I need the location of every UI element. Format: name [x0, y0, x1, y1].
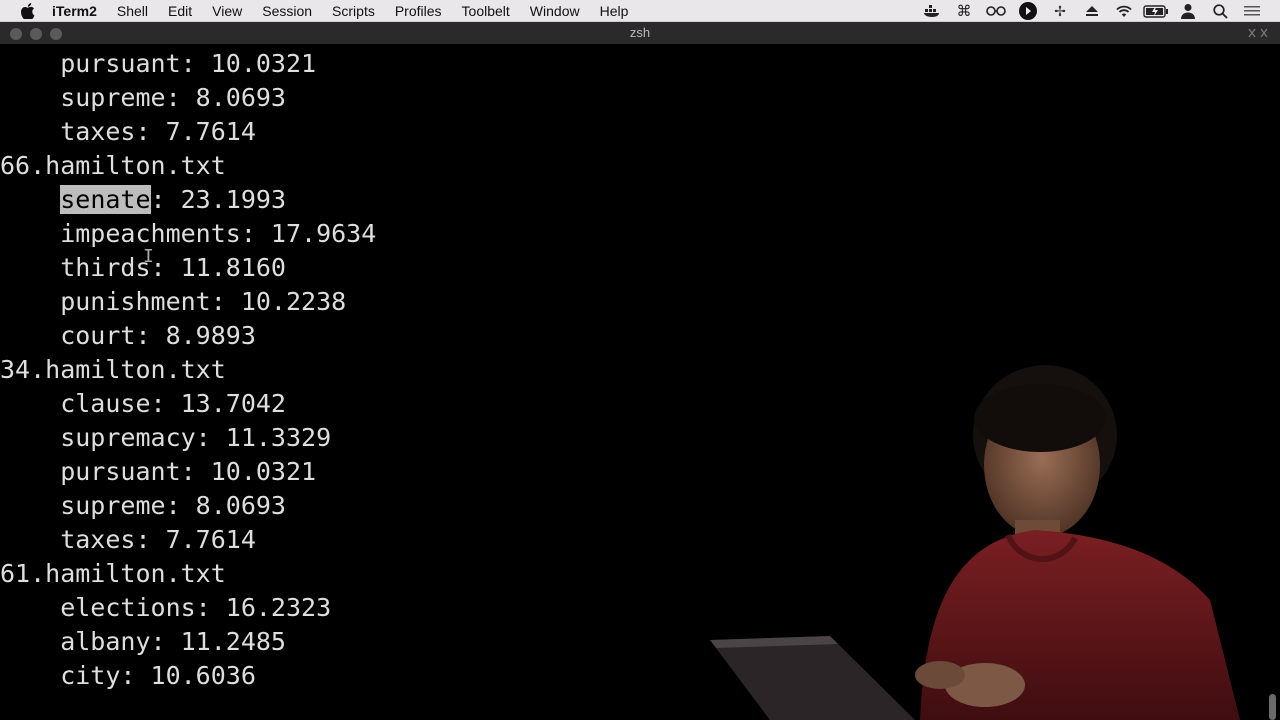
- menu-toolbelt[interactable]: Toolbelt: [462, 0, 510, 22]
- terminal-line: pursuant: 10.0321: [0, 457, 317, 486]
- text-cursor-icon: I: [143, 246, 154, 267]
- terminal-line: albany: 11.2485: [0, 627, 286, 656]
- terminal-line: elections: 16.2323: [0, 593, 332, 622]
- terminal-line: 34.hamilton.txt: [0, 355, 226, 384]
- menu-shell[interactable]: Shell: [117, 0, 148, 22]
- menu-bar: iTerm2 Shell Edit View Session Scripts P…: [0, 0, 1280, 22]
- menu-edit[interactable]: Edit: [168, 0, 192, 22]
- terminal-line: pursuant: 10.0321: [0, 49, 317, 78]
- wifi-icon[interactable]: [1108, 0, 1140, 22]
- menu-view[interactable]: View: [212, 0, 242, 22]
- menu-session[interactable]: Session: [262, 0, 312, 22]
- terminal-line: court: 8.9893: [0, 321, 256, 350]
- menu-app-iterm2[interactable]: iTerm2: [52, 0, 97, 22]
- command-icon[interactable]: ⌘: [948, 0, 980, 22]
- glasses-icon[interactable]: [980, 0, 1012, 22]
- terminal-line: clause: 13.7042: [0, 389, 286, 418]
- terminal-line: supreme: 8.0693: [0, 491, 286, 520]
- user-icon[interactable]: [1172, 0, 1204, 22]
- menu-scripts[interactable]: Scripts: [332, 0, 375, 22]
- search-icon[interactable]: [1204, 0, 1236, 22]
- terminal-line: taxes: 7.7614: [0, 525, 256, 554]
- presenter-video-overlay: [710, 365, 1240, 720]
- menu-window[interactable]: Window: [530, 0, 580, 22]
- docker-icon[interactable]: [916, 0, 948, 22]
- terminal-line: 66.hamilton.txt: [0, 151, 226, 180]
- terminal-line: supremacy: 11.3329: [0, 423, 332, 452]
- terminal-line: 61.hamilton.txt: [0, 559, 226, 588]
- window-title-bar: zsh: [0, 22, 1280, 45]
- menu-help[interactable]: Help: [600, 0, 629, 22]
- play-circle-icon[interactable]: [1012, 0, 1044, 22]
- selected-word[interactable]: senate: [60, 185, 151, 214]
- flux-icon[interactable]: ✢: [1044, 0, 1076, 22]
- apple-menu-icon[interactable]: [21, 2, 35, 19]
- menu-profiles[interactable]: Profiles: [395, 0, 442, 22]
- battery-icon[interactable]: [1140, 0, 1172, 22]
- status-area: ⌘ ✢: [916, 0, 1268, 22]
- fullscreen-icon[interactable]: [1246, 26, 1272, 40]
- terminal-line: supreme: 8.0693: [0, 83, 286, 112]
- terminal-line: city: 10.6036: [0, 661, 256, 690]
- terminal-line-selected: senate: 23.1993: [60, 185, 286, 214]
- terminal-line: impeachments: 17.9634: [0, 219, 377, 248]
- eject-icon[interactable]: [1076, 0, 1108, 22]
- list-icon[interactable]: [1236, 0, 1268, 22]
- terminal-line: taxes: 7.7614: [0, 117, 256, 146]
- window-title: zsh: [629, 25, 651, 40]
- terminal-line: punishment: 10.2238: [0, 287, 347, 316]
